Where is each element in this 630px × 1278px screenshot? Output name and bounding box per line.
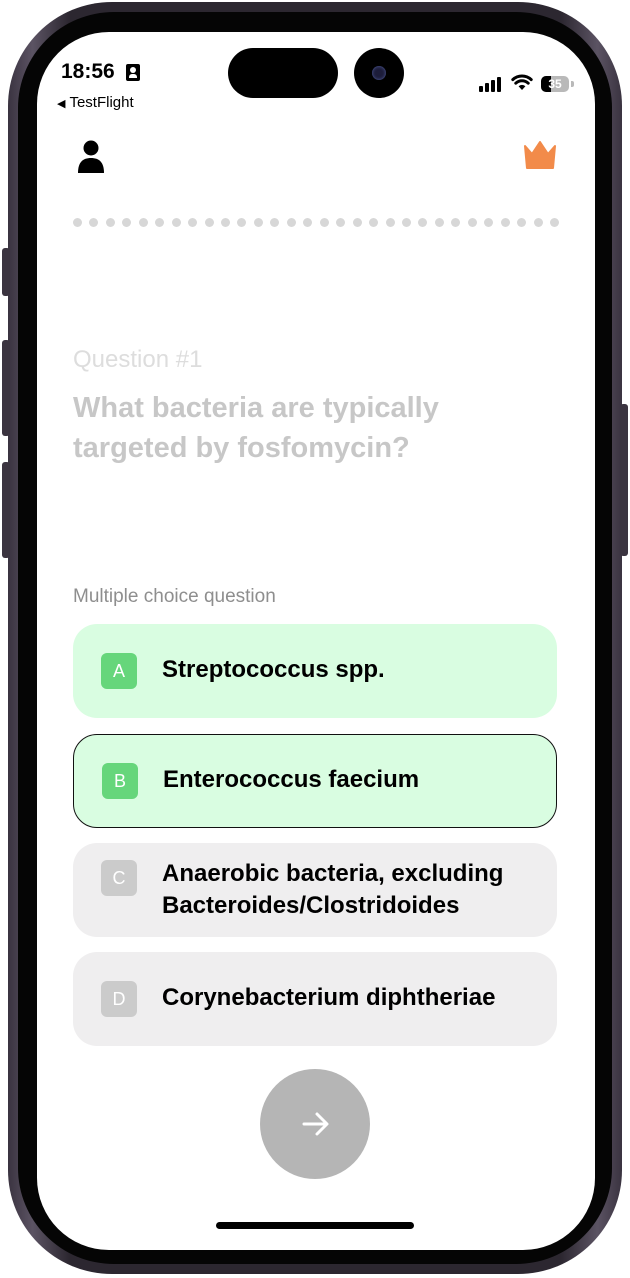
- battery-percent: 35: [548, 77, 562, 91]
- progress-dot: [385, 218, 395, 227]
- screen: 18:56 ◀ TestFlight 35 Question #1 What ba…: [37, 32, 595, 1250]
- progress-dot: [105, 218, 115, 227]
- progress-dot: [188, 218, 198, 227]
- question-text: What bacteria are typically targeted by …: [73, 392, 439, 464]
- option-letter-badge: A: [101, 653, 137, 689]
- progress-dot: [204, 218, 214, 227]
- progress-dot: [237, 218, 247, 227]
- progress-dot: [89, 218, 99, 227]
- progress-dot: [418, 218, 428, 227]
- answer-option-c[interactable]: C Anaerobic bacteria, excluding Bacteroi…: [73, 843, 557, 937]
- progress-dot: [484, 218, 494, 227]
- crown-icon[interactable]: [523, 140, 557, 170]
- progress-dot: [550, 218, 559, 227]
- progress-dot: [467, 218, 477, 227]
- progress-dot: [434, 218, 444, 227]
- progress-dot: [253, 218, 263, 227]
- option-text: Anaerobic bacteria, excluding Bacteroide…: [162, 860, 504, 919]
- progress-dot: [451, 218, 461, 227]
- progress-dot: [336, 218, 346, 227]
- progress-dot: [500, 218, 510, 227]
- option-letter-badge: C: [101, 860, 137, 896]
- progress-dot: [401, 218, 411, 227]
- question-progress-dots: [73, 218, 559, 228]
- volume-up-button: [2, 340, 10, 436]
- volume-down-button: [2, 462, 10, 558]
- battery-icon: 35: [541, 76, 569, 92]
- option-letter-badge: B: [102, 762, 138, 799]
- progress-dot: [533, 218, 543, 227]
- back-app-label: TestFlight: [69, 94, 134, 111]
- answer-option-a[interactable]: A Streptococcus spp.: [73, 624, 557, 718]
- progress-dot: [73, 218, 82, 227]
- dynamic-island: [228, 48, 338, 98]
- status-time: 18:56: [61, 60, 115, 83]
- option-text: Enterococcus faecium: [163, 765, 420, 793]
- back-to-app-link[interactable]: ◀ TestFlight: [57, 94, 134, 111]
- home-indicator[interactable]: [216, 1222, 414, 1229]
- power-button: [620, 404, 628, 556]
- progress-dot: [138, 218, 148, 227]
- back-triangle-icon: ◀: [57, 98, 66, 110]
- progress-dot: [171, 218, 181, 227]
- question-number: Question #1: [73, 346, 203, 373]
- wifi-icon: [511, 74, 533, 90]
- battery-tip: [571, 81, 574, 87]
- answer-option-d[interactable]: D Corynebacterium diphtheriae: [73, 952, 557, 1046]
- progress-dot: [319, 218, 329, 227]
- progress-dot: [352, 218, 362, 227]
- progress-dot: [155, 218, 165, 227]
- option-text: Corynebacterium diphtheriae: [162, 984, 496, 1011]
- cellular-signal-icon: [479, 76, 503, 92]
- progress-dot: [369, 218, 379, 227]
- contact-card-icon: [126, 64, 140, 81]
- progress-dot: [286, 218, 296, 227]
- answer-option-b[interactable]: B Enterococcus faecium: [73, 734, 557, 828]
- progress-dot: [303, 218, 313, 227]
- silent-switch: [2, 248, 10, 296]
- progress-dot: [221, 218, 231, 227]
- person-icon[interactable]: [77, 140, 105, 174]
- arrow-right-icon: [302, 1112, 329, 1136]
- progress-dot: [517, 218, 527, 227]
- next-button[interactable]: [260, 1069, 370, 1179]
- front-camera: [354, 48, 404, 98]
- question-type-label: Multiple choice question: [73, 586, 276, 607]
- option-text: Streptococcus spp.: [162, 656, 385, 683]
- option-letter-badge: D: [101, 981, 137, 1017]
- progress-dot: [122, 218, 132, 227]
- progress-dot: [270, 218, 280, 227]
